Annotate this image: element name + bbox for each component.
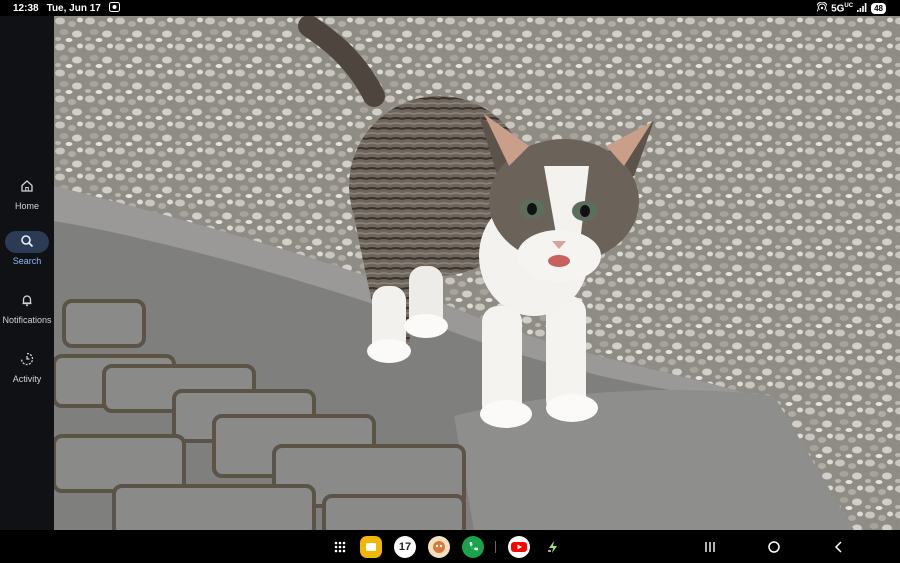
nav-label-home: Home [14, 201, 39, 211]
nav-item-activity[interactable]: Activity [0, 349, 54, 384]
screenshot-notification-icon [108, 2, 120, 15]
nav-label-search: Search [12, 256, 42, 266]
search-icon [20, 234, 34, 250]
youtube-app-icon[interactable] [508, 536, 530, 558]
back-icon[interactable] [829, 537, 849, 557]
phone-app-icon[interactable] [462, 536, 484, 558]
network-type: 5GUC [831, 2, 854, 15]
hotspot-icon [816, 1, 829, 15]
app-drawer-icon[interactable] [329, 536, 351, 558]
nav-item-search[interactable]: Search [0, 231, 54, 266]
calendar-app-icon[interactable]: 17 [394, 536, 416, 558]
nav-item-notifications[interactable]: Notifications [0, 290, 54, 325]
status-date: Tue, Jun 17 [46, 3, 101, 14]
navigation-rail: Home Search Notifications Activity [0, 16, 54, 530]
home-icon [20, 179, 34, 195]
battery-icon: 48 [871, 3, 886, 14]
activity-icon [20, 352, 34, 368]
taskbar-divider [495, 541, 496, 553]
kitten-photo[interactable] [54, 16, 900, 530]
notes-app-icon[interactable] [360, 536, 382, 558]
bell-icon [20, 293, 34, 309]
nav-item-home[interactable]: Home [0, 176, 54, 211]
status-time: 12:38 [13, 3, 39, 14]
nav-label-notifications: Notifications [2, 315, 52, 325]
status-bar: 12:38 Tue, Jun 17 5GUC 48 [0, 0, 900, 16]
nav-label-activity: Activity [12, 374, 42, 384]
game-app-icon[interactable] [428, 536, 450, 558]
recents-icon[interactable] [700, 537, 720, 557]
signal-icon [857, 2, 867, 15]
taskbar: 17 [0, 530, 900, 563]
flash-app-icon[interactable] [542, 536, 564, 558]
home-button-icon[interactable] [764, 537, 784, 557]
